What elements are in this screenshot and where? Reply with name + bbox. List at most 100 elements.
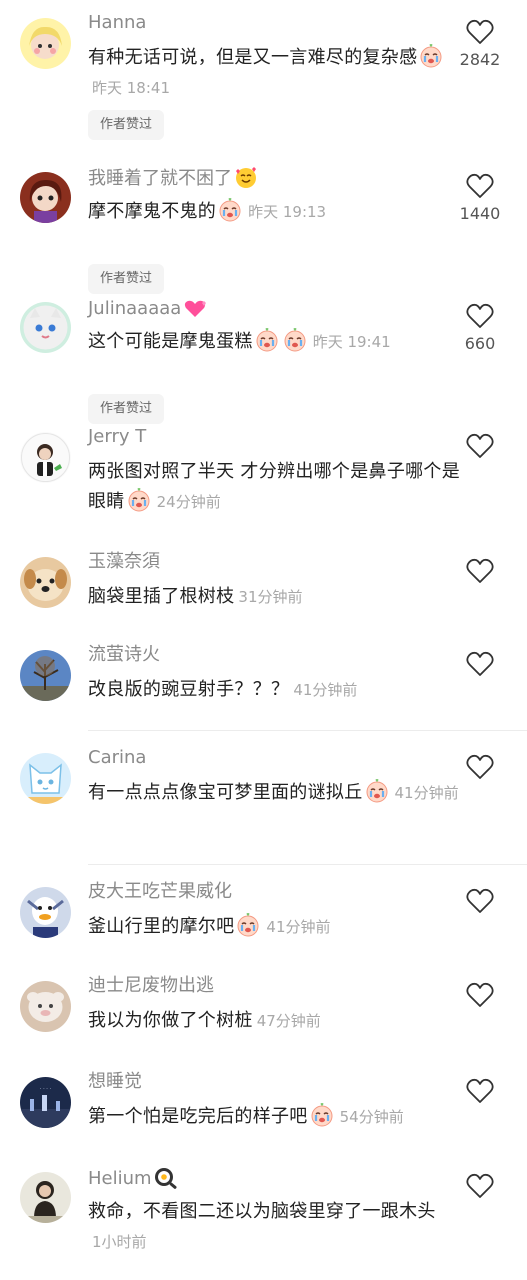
avatar[interactable] — [20, 172, 71, 223]
comment-text: 有一点点点像宝可梦里面的谜拟丘 41分钟前 — [88, 778, 463, 808]
comment-body: 第一个怕是吃完后的样子吧 — [88, 1106, 308, 1127]
like-button[interactable] — [457, 1077, 503, 1105]
comment-text: 两张图对照了半天 才分辨出哪个是鼻子哪个是眼睛 24分钟前 — [88, 457, 463, 517]
like-button[interactable] — [457, 981, 503, 1009]
username[interactable]: 流萤诗火 — [88, 643, 160, 667]
heart-icon — [466, 888, 494, 913]
username-text: 皮大王吃芒果威化 — [88, 881, 232, 902]
avatar[interactable] — [20, 302, 71, 353]
comment-body: 釜山行里的摩尔吧 — [88, 916, 235, 937]
username[interactable]: Hanna — [88, 11, 146, 35]
avatar[interactable]: · · · · — [20, 1077, 71, 1128]
username-text: 玉藻奈須 — [88, 551, 160, 572]
crying-emoji-icon — [256, 328, 278, 352]
like-button[interactable]: 1440 — [457, 172, 503, 223]
avatar[interactable] — [20, 1172, 71, 1223]
username-text: Jerry T — [88, 426, 147, 447]
comment-body: 我以为你做了个树桩 — [88, 1010, 253, 1031]
crying-emoji-icon — [237, 913, 259, 937]
username-text: 我睡着了就不困了 — [88, 168, 232, 189]
comment-body: 有一点点点像宝可梦里面的谜拟丘 — [88, 782, 363, 803]
crying-emoji-icon — [128, 488, 150, 512]
like-button[interactable] — [457, 557, 503, 585]
comment-time: 47分钟前 — [256, 1012, 321, 1030]
heart-icon — [466, 1173, 494, 1198]
comment-time: 昨天 19:41 — [312, 333, 391, 351]
like-button[interactable] — [457, 432, 503, 460]
heart-icon — [466, 303, 494, 328]
like-count: 660 — [464, 334, 496, 353]
username[interactable]: 玉藻奈須 — [88, 550, 160, 574]
heart-icon — [466, 1078, 494, 1103]
like-count: 2842 — [459, 50, 501, 69]
comment-text: 釜山行里的摩尔吧 41分钟前 — [88, 912, 463, 942]
username-text: Carina — [88, 747, 147, 768]
divider — [88, 730, 527, 731]
crying-emoji-icon — [311, 1103, 333, 1127]
heart-icon — [466, 982, 494, 1007]
author-liked-badge: 作者赞过 — [88, 110, 165, 140]
comment-body: 这个可能是摩鬼蛋糕 — [88, 331, 253, 352]
heart-icon — [466, 754, 494, 779]
avatar[interactable] — [20, 981, 71, 1032]
comment-time: 24分钟前 — [156, 493, 221, 511]
author-liked-badge: 作者赞过 — [88, 394, 165, 424]
like-button[interactable]: 2842 — [457, 18, 503, 69]
username[interactable]: Jerry T — [88, 425, 146, 449]
like-count: 1440 — [459, 204, 501, 223]
comment-body: 脑袋里插了根树枝 — [88, 586, 235, 607]
username[interactable]: Julinaaaaa — [88, 295, 209, 321]
comment-time: 昨天 19:13 — [248, 203, 327, 221]
username-text: 迪士尼废物出逃 — [88, 975, 214, 996]
heart-icon — [466, 173, 494, 198]
comment-body: 摩不摩鬼不鬼的 — [88, 201, 217, 222]
crying-emoji-icon — [366, 779, 387, 803]
comment-text: 改良版的豌豆射手？？？ 41分钟前 — [88, 675, 463, 705]
avatar[interactable] — [20, 887, 71, 938]
avatar[interactable] — [20, 18, 71, 69]
comment-list: Hanna 有种无话可说，但是又一言难尽的复杂感昨天 18:41 作者赞过 2842 我… — [0, 0, 527, 1280]
comment-text: 摩不摩鬼不鬼的 昨天 19:13 — [88, 197, 463, 227]
avatar[interactable] — [20, 557, 71, 608]
username[interactable]: 想睡觉 — [88, 1070, 142, 1094]
divider — [88, 864, 527, 865]
crying-emoji-icon — [284, 328, 306, 352]
username[interactable]: Carina — [88, 746, 146, 770]
comment-text: 第一个怕是吃完后的样子吧 54分钟前 — [88, 1102, 463, 1132]
author-liked-badge: 作者赞过 — [88, 264, 165, 294]
comment-time: 41分钟前 — [266, 918, 331, 936]
svg-text:· · · ·: · · · · — [40, 1086, 52, 1092]
username-text: Julinaaaaa — [88, 298, 182, 319]
username[interactable]: 皮大王吃芒果威化 — [88, 880, 232, 904]
username[interactable]: Helium — [88, 1165, 180, 1191]
like-button[interactable]: 660 — [457, 302, 503, 353]
smiling-hearts-emoji-icon — [236, 167, 256, 188]
like-button[interactable] — [457, 887, 503, 915]
comment-time: 41分钟前 — [293, 681, 358, 699]
username[interactable]: 我睡着了就不困了 — [88, 165, 260, 191]
comment-text: 救命，不看图二还以为脑袋里穿了一跟木头 1小时前 — [88, 1197, 463, 1257]
crying-emoji-icon — [420, 44, 442, 68]
heart-icon — [466, 651, 494, 676]
comment-body: 救命，不看图二还以为脑袋里穿了一跟木头 — [88, 1201, 436, 1222]
crying-emoji-icon — [219, 198, 241, 222]
avatar[interactable] — [20, 753, 71, 804]
pink-hearts-emoji-icon — [185, 300, 207, 317]
username[interactable]: 迪士尼废物出逃 — [88, 974, 214, 998]
comment-time: 31分钟前 — [238, 588, 303, 606]
like-button[interactable] — [457, 753, 503, 781]
comment-time: 1小时前 — [92, 1233, 147, 1251]
username-text: Helium — [88, 1168, 152, 1189]
username-text: Hanna — [88, 12, 147, 33]
avatar[interactable] — [20, 650, 71, 701]
comment-time: 41分钟前 — [394, 784, 459, 802]
username-text: 流萤诗火 — [88, 644, 160, 665]
like-button[interactable] — [457, 650, 503, 678]
comment-time: 54分钟前 — [339, 1108, 404, 1126]
username-text: 想睡觉 — [88, 1071, 142, 1092]
avatar[interactable] — [20, 432, 71, 483]
comment-time: 昨天 18:41 — [92, 79, 170, 97]
comment-text: 脑袋里插了根树枝 31分钟前 — [88, 582, 463, 612]
like-button[interactable] — [457, 1172, 503, 1200]
comment-text: 我以为你做了个树桩 47分钟前 — [88, 1006, 463, 1036]
